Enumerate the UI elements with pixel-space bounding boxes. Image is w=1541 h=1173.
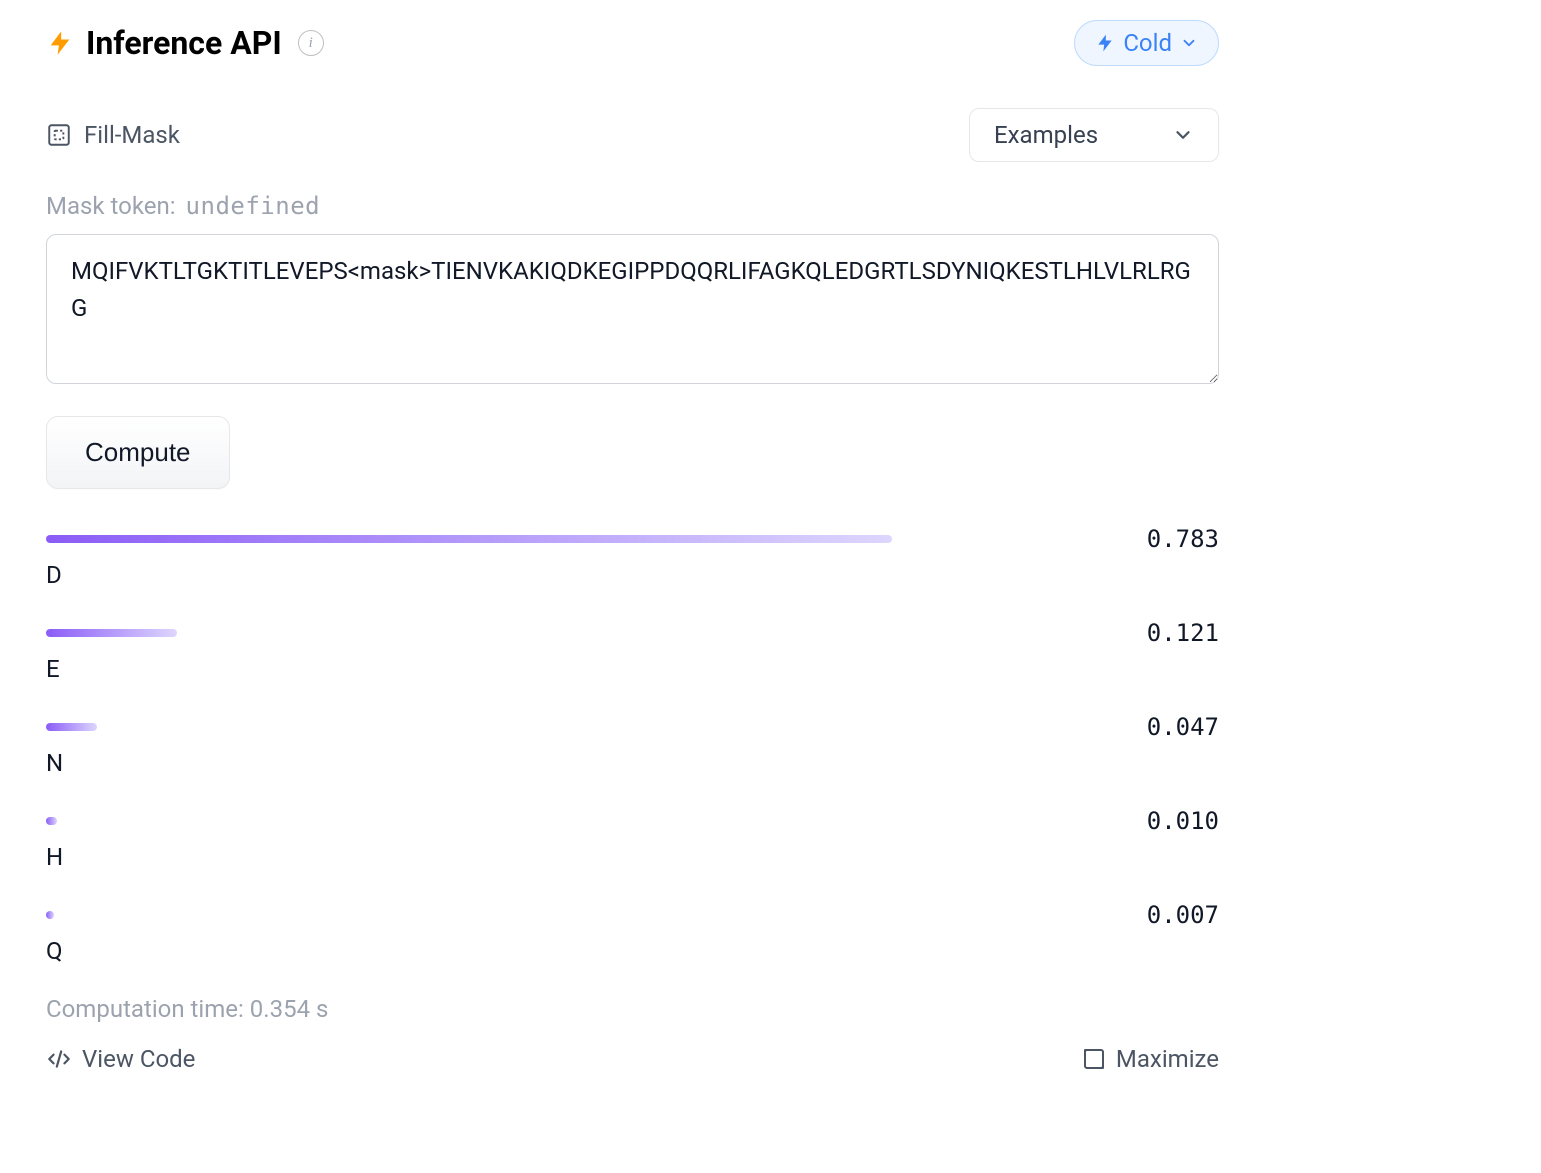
computation-time: Computation time: 0.354 s [46, 995, 1219, 1023]
maximize-icon [1082, 1047, 1106, 1071]
subheader: Fill-Mask Examples [46, 108, 1219, 162]
task-type[interactable]: Fill-Mask [46, 121, 180, 149]
view-code-link[interactable]: View Code [46, 1045, 195, 1073]
result-token-label: E [46, 655, 1219, 683]
result-token-label: D [46, 561, 1219, 589]
result-bar-fill [46, 817, 57, 825]
result-row: 0.783 D [46, 525, 1219, 589]
result-bar-track [46, 535, 1127, 543]
maximize-link[interactable]: Maximize [1082, 1045, 1219, 1073]
result-token-label: N [46, 749, 1219, 777]
view-code-label: View Code [82, 1045, 195, 1073]
page-title: Inference API [86, 24, 282, 62]
result-bar-track [46, 629, 1127, 637]
bolt-icon [46, 26, 74, 60]
result-bar-fill [46, 629, 177, 637]
result-bar-line: 0.047 [46, 713, 1219, 741]
result-bar-track [46, 911, 1127, 919]
chevron-down-icon [1180, 34, 1198, 52]
header-left: Inference API i [46, 24, 324, 62]
result-row: 0.047 N [46, 713, 1219, 777]
bolt-icon [1095, 31, 1115, 55]
result-bar-fill [46, 535, 892, 543]
compute-button[interactable]: Compute [46, 416, 230, 489]
result-row: 0.010 H [46, 807, 1219, 871]
maximize-label: Maximize [1116, 1045, 1219, 1073]
result-score: 0.047 [1147, 713, 1219, 741]
status-dropdown[interactable]: Cold [1074, 20, 1219, 66]
results-list: 0.783 D 0.121 E 0.047 N 0.010 H 0.007 Q [46, 525, 1219, 965]
result-score: 0.010 [1147, 807, 1219, 835]
computation-time-value: 0.354 s [250, 995, 329, 1023]
result-bar-track [46, 817, 1127, 825]
fill-mask-icon [46, 122, 72, 148]
result-token-label: H [46, 843, 1219, 871]
result-score: 0.007 [1147, 901, 1219, 929]
result-bar-line: 0.007 [46, 901, 1219, 929]
examples-dropdown[interactable]: Examples [969, 108, 1219, 162]
result-bar-fill [46, 723, 97, 731]
result-score: 0.783 [1147, 525, 1219, 553]
computation-time-label: Computation time: [46, 995, 244, 1023]
result-bar-track [46, 723, 1127, 731]
result-score: 0.121 [1147, 619, 1219, 647]
input-textarea[interactable] [46, 234, 1219, 384]
result-row: 0.121 E [46, 619, 1219, 683]
result-row: 0.007 Q [46, 901, 1219, 965]
code-icon [46, 1046, 72, 1072]
result-bar-fill [46, 911, 54, 919]
info-icon[interactable]: i [298, 30, 324, 56]
result-bar-line: 0.121 [46, 619, 1219, 647]
mask-token-label: Mask token: [46, 192, 176, 220]
mask-token-row: Mask token: undefined [46, 192, 1219, 220]
task-label: Fill-Mask [84, 121, 180, 149]
header: Inference API i Cold [46, 20, 1219, 66]
result-bar-line: 0.783 [46, 525, 1219, 553]
footer: View Code Maximize [46, 1045, 1219, 1073]
result-bar-line: 0.010 [46, 807, 1219, 835]
mask-token-value: undefined [186, 192, 321, 220]
status-label: Cold [1123, 29, 1172, 57]
chevron-down-icon [1172, 124, 1194, 146]
result-token-label: Q [46, 937, 1219, 965]
examples-label: Examples [994, 121, 1098, 149]
